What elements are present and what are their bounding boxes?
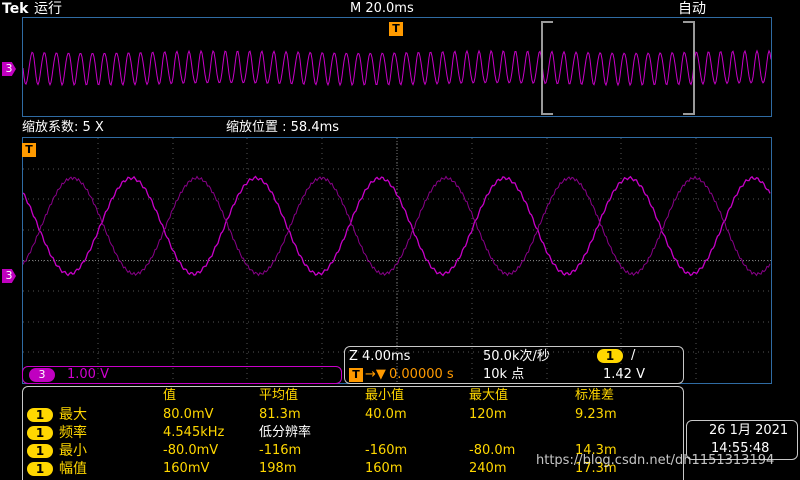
measurement-channel-badge: 1 [27, 426, 53, 440]
measurement-max: 240m [469, 461, 507, 476]
sample-rate: 50.0k次/秒 [483, 349, 550, 364]
channel3-ground-marker-main[interactable]: 3 [2, 269, 16, 283]
trigger-slope-icon: / [631, 348, 636, 363]
zoom-factor: 缩放系数: 5 X [22, 120, 104, 135]
header-value: 值 [163, 388, 177, 403]
record-length: 10k 点 [483, 367, 525, 382]
measurement-min: 160m [365, 461, 403, 476]
header-std: 标准差 [575, 388, 615, 403]
measurement-std: 9.23m [575, 407, 617, 422]
trigger-mode[interactable]: 自动 [678, 1, 706, 17]
date: 26 1月 2021 [709, 423, 789, 438]
measurement-value: 4.545kHz [163, 425, 225, 440]
measurement-name: 频率 [59, 425, 87, 441]
trigger-level: 1.42 V [603, 367, 645, 382]
channel-scale: 1.00 V [67, 367, 109, 382]
run-state[interactable]: 运行 [34, 1, 62, 17]
overview-waveform-display[interactable] [22, 17, 772, 117]
channel-scale-box[interactable]: 3 1.00 V [22, 366, 342, 384]
measurement-mean: 81.3m [259, 407, 301, 422]
measurement-min: -160m [365, 443, 408, 458]
trigger-source-badge: 1 [597, 349, 623, 363]
measurement-value: -80.0mV [163, 443, 219, 458]
measurement-channel-badge: 1 [27, 444, 53, 458]
zoom-position: 缩放位置 : 58.4ms [226, 120, 340, 135]
tek-logo: Tek [2, 1, 29, 17]
measurement-mean: 198m [259, 461, 297, 476]
horizontal-trigger-box[interactable]: Z 4.00ms 50.0k次/秒 1 / T →▼ 0.00000 s 10k… [344, 346, 684, 384]
measurement-name: 最大 [59, 407, 87, 423]
channel-badge: 3 [29, 368, 55, 382]
measurement-channel-badge: 1 [27, 462, 53, 476]
trigger-position: 0.00000 s [389, 367, 454, 382]
measurement-name: 最小 [59, 443, 87, 459]
trigger-time-marker[interactable]: T [22, 143, 36, 157]
zoom-timebase: Z 4.00ms [349, 349, 411, 364]
measurements-header: 值 平均值 最小值 最大值 标准差 [23, 387, 683, 405]
measurement-mean: -116m [259, 443, 302, 458]
zoom-window-bracket[interactable] [541, 21, 695, 115]
channel3-ground-marker-overview[interactable]: 3 [2, 62, 16, 76]
trigger-arrow-icon: →▼ [365, 367, 386, 382]
measurement-value: 80.0mV [163, 407, 214, 422]
measurement-mean: 低分辨率 [259, 425, 312, 440]
header-mean: 平均值 [259, 388, 299, 403]
measurement-min: 40.0m [365, 407, 407, 422]
top-status-bar: Tek 运行 M 20.0ms 自动 [0, 0, 800, 18]
measurement-channel-badge: 1 [27, 408, 53, 422]
timebase-readout[interactable]: M 20.0ms [350, 1, 414, 17]
measurement-row[interactable]: 1 频率 4.545kHz 低分辨率 [23, 424, 683, 442]
watermark: https://blog.csdn.net/dh1151313194 [536, 453, 775, 468]
trigger-pos-icon: T [349, 368, 363, 382]
measurement-row[interactable]: 1 最大 80.0mV 81.3m 40.0m 120m 9.23m [23, 406, 683, 424]
measurement-max: -80.0m [469, 443, 516, 458]
measurement-max: 120m [469, 407, 507, 422]
header-min: 最小值 [365, 388, 405, 403]
measurement-value: 160mV [163, 461, 210, 476]
header-max: 最大值 [469, 388, 509, 403]
measurement-name: 幅值 [59, 461, 87, 477]
